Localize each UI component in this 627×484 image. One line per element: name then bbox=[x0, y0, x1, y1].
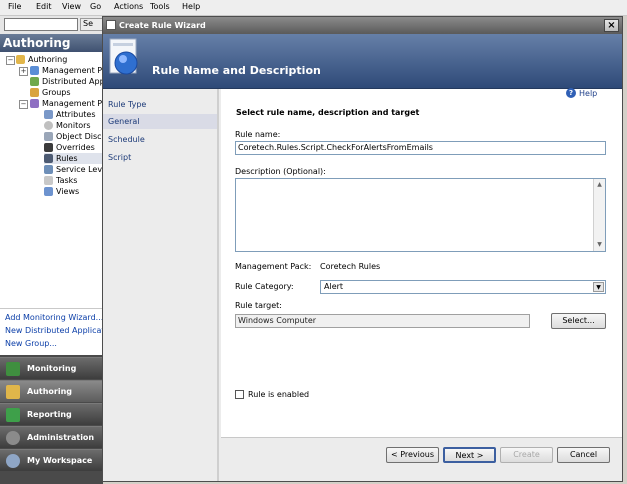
rule-category-select[interactable]: Alert ▼ bbox=[320, 280, 606, 294]
step-general[interactable]: General bbox=[103, 114, 217, 129]
monitoring-button[interactable]: Monitoring bbox=[0, 357, 103, 379]
authoring-icon bbox=[16, 55, 25, 64]
rules-icon bbox=[44, 154, 53, 163]
previous-button[interactable]: < Previous bbox=[386, 447, 439, 463]
menu-go[interactable]: Go bbox=[90, 2, 101, 11]
tree-item-groups[interactable]: Groups bbox=[30, 87, 102, 98]
rule-name-label: Rule name: bbox=[235, 130, 281, 139]
gear-icon bbox=[6, 431, 20, 445]
dialog-titlebar: Create Rule Wizard bbox=[103, 17, 622, 34]
tree-item-rules[interactable]: Rules bbox=[44, 153, 102, 164]
my-workspace-button[interactable]: My Workspace bbox=[0, 449, 103, 471]
tree-item-distributed-apps[interactable]: Distributed Applications bbox=[30, 76, 102, 87]
menu-bar: File Edit View Go Actions Tools Help bbox=[0, 0, 627, 16]
step-script[interactable]: Script bbox=[103, 150, 217, 165]
close-button[interactable]: × bbox=[604, 19, 619, 32]
create-button[interactable]: Create bbox=[500, 447, 553, 463]
menu-view[interactable]: View bbox=[62, 2, 81, 11]
description-textarea[interactable] bbox=[235, 178, 606, 252]
monitors-icon bbox=[44, 121, 53, 130]
tree-item-attributes[interactable]: Attributes bbox=[44, 109, 102, 120]
administration-button[interactable]: Administration bbox=[0, 426, 103, 448]
create-rule-wizard-dialog: Create Rule Wizard × Rule Name and Descr… bbox=[102, 16, 623, 482]
pane-header: Authoring bbox=[0, 34, 103, 52]
tree-item-object-discoveries[interactable]: Object Discoveries bbox=[44, 131, 102, 142]
description-label: Description (Optional): bbox=[235, 167, 326, 176]
menu-help[interactable]: Help bbox=[182, 2, 200, 11]
reporting-icon bbox=[6, 408, 20, 422]
rule-target-field: Windows Computer bbox=[235, 314, 530, 328]
help-icon[interactable]: ? bbox=[566, 88, 576, 98]
tree-item-mp-objects[interactable]: Management Pack Objects bbox=[30, 98, 102, 109]
user-icon bbox=[6, 454, 20, 468]
collapse-mp-objects-expander[interactable]: − bbox=[19, 100, 28, 109]
scroll-down-icon[interactable]: ▼ bbox=[595, 240, 604, 249]
cancel-button[interactable]: Cancel bbox=[557, 447, 610, 463]
tree-item-authoring[interactable]: Authoring bbox=[16, 54, 102, 65]
wizard-banner-icon bbox=[109, 38, 138, 75]
select-target-button[interactable]: Select... bbox=[551, 313, 606, 329]
expand-mp-templates-expander[interactable]: + bbox=[19, 67, 28, 76]
management-pack-label: Management Pack: bbox=[235, 262, 312, 271]
tasks-icon bbox=[44, 176, 53, 185]
rule-name-input[interactable]: Coretech.Rules.Script.CheckForAlertsFrom… bbox=[235, 141, 606, 155]
menu-actions[interactable]: Actions bbox=[114, 2, 143, 11]
views-icon bbox=[44, 187, 53, 196]
template-icon bbox=[30, 66, 39, 75]
menu-tools[interactable]: Tools bbox=[150, 2, 170, 11]
tree-item-views[interactable]: Views bbox=[44, 186, 102, 197]
distributed-app-icon bbox=[30, 77, 39, 86]
service-level-icon bbox=[44, 165, 53, 174]
description-scrollbar[interactable]: ▲ ▼ bbox=[593, 179, 605, 251]
wizard-banner: Rule Name and Description bbox=[103, 34, 622, 89]
rule-enabled-label: Rule is enabled bbox=[248, 390, 310, 399]
management-pack-value: Coretech Rules bbox=[320, 262, 381, 271]
authoring-icon bbox=[6, 385, 20, 399]
rule-category-value: Alert bbox=[324, 282, 344, 291]
tree-item-service-level[interactable]: Service Level Tracking bbox=[44, 164, 102, 175]
step-schedule[interactable]: Schedule bbox=[103, 132, 217, 147]
help-link[interactable]: Help bbox=[579, 89, 597, 98]
overrides-icon bbox=[44, 143, 53, 152]
next-button[interactable]: Next > bbox=[443, 447, 496, 463]
section-title: Select rule name, description and target bbox=[236, 108, 420, 117]
tasks-divider bbox=[0, 308, 102, 309]
mp-objects-icon bbox=[30, 99, 39, 108]
attributes-icon bbox=[44, 110, 53, 119]
step-rule-type[interactable]: Rule Type bbox=[103, 97, 217, 112]
collapse-authoring-expander[interactable]: − bbox=[6, 56, 15, 65]
tree-item-tasks[interactable]: Tasks bbox=[44, 175, 102, 186]
tree-item-mp-templates[interactable]: Management Pack Templates bbox=[30, 65, 102, 76]
scroll-up-icon[interactable]: ▲ bbox=[595, 180, 604, 189]
tree-item-monitors[interactable]: Monitors bbox=[44, 120, 102, 131]
wizard-window-icon bbox=[106, 20, 116, 30]
add-monitoring-wizard-link[interactable]: Add Monitoring Wizard... bbox=[5, 313, 103, 322]
reporting-button[interactable]: Reporting bbox=[0, 403, 103, 425]
menu-edit[interactable]: Edit bbox=[36, 2, 52, 11]
banner-title: Rule Name and Description bbox=[152, 64, 321, 77]
monitoring-icon bbox=[6, 362, 20, 376]
wunderbar: Monitoring Authoring Reporting Administr… bbox=[0, 355, 103, 484]
search-input[interactable] bbox=[4, 18, 78, 31]
authoring-button[interactable]: Authoring bbox=[0, 380, 103, 402]
rule-target-label: Rule target: bbox=[235, 301, 282, 310]
tree-item-overrides[interactable]: Overrides bbox=[44, 142, 102, 153]
rule-category-label: Rule Category: bbox=[235, 282, 294, 291]
new-group-link[interactable]: New Group... bbox=[5, 339, 57, 348]
wizard-steps-nav: Rule Type General Schedule Script bbox=[103, 89, 219, 481]
rule-enabled-checkbox[interactable] bbox=[235, 390, 244, 399]
discoveries-icon bbox=[44, 132, 53, 141]
chevron-down-icon[interactable]: ▼ bbox=[593, 282, 604, 292]
groups-icon bbox=[30, 88, 39, 97]
menu-file[interactable]: File bbox=[8, 2, 21, 11]
